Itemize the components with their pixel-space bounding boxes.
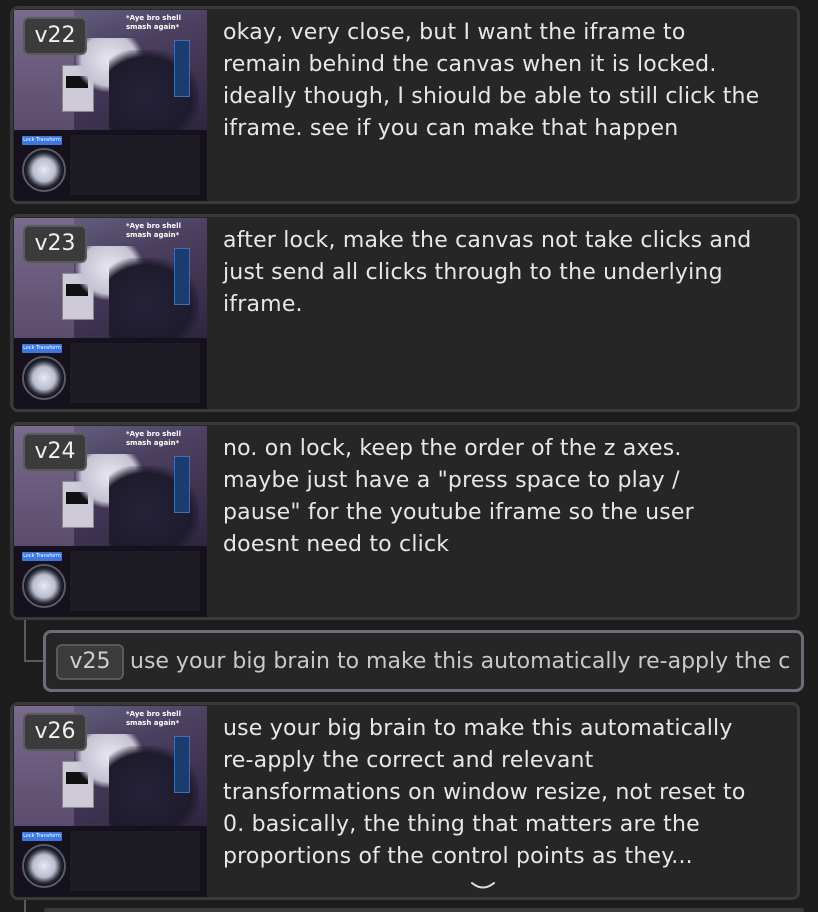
thumbnail-caption: *Aye bro shell smash again*	[126, 222, 181, 239]
version-badge: v23	[23, 225, 87, 263]
thumbnail-lock-button: Lock Transform	[22, 552, 62, 561]
thumbnail-caption: *Aye bro shell smash again*	[126, 710, 181, 727]
branch-connector	[24, 620, 26, 662]
thumbnail-debug-panel	[70, 551, 200, 611]
avatar	[22, 844, 66, 888]
version-card-v26[interactable]: *Aye bro shell smash again* Lock Transfo…	[10, 702, 800, 900]
branch-connector	[24, 900, 26, 912]
avatar	[22, 564, 66, 608]
thumbnail-debug-panel	[70, 831, 200, 891]
avatar	[22, 356, 66, 400]
version-message: after lock, make the canvas not take cli…	[223, 228, 752, 317]
thumbnail-debug-panel	[70, 343, 200, 403]
thumbnail-lock-button: Lock Transform	[22, 344, 62, 353]
thumbnail-debug-panel	[70, 135, 200, 195]
version-badge: v25	[56, 644, 124, 680]
version-card-v25-collapsed[interactable]: v25 use your big brain to make this auto…	[43, 630, 804, 692]
thumbnail-caption: *Aye bro shell smash again*	[126, 430, 181, 447]
version-badge: v26	[23, 713, 87, 751]
version-badge: v22	[23, 17, 87, 55]
version-badge: v24	[23, 433, 87, 471]
thumbnail-lock-button: Lock Transform	[22, 832, 62, 841]
thumbnail-lock-button: Lock Transform	[22, 136, 62, 145]
branch-connector-arm	[24, 660, 44, 662]
chevron-down-icon[interactable]	[470, 880, 496, 894]
avatar	[22, 148, 66, 192]
next-card-edge	[44, 908, 804, 912]
version-message: no. on lock, keep the order of the z axe…	[223, 436, 694, 557]
version-message: okay, very close, but I want the iframe …	[223, 20, 760, 141]
version-card-v23[interactable]: *Aye bro shell smash again* Lock Transfo…	[10, 214, 800, 412]
version-card-v22[interactable]: *Aye bro shell smash again* Lock Transfo…	[10, 6, 800, 204]
thumbnail-caption: *Aye bro shell smash again*	[126, 14, 181, 31]
version-card-v24[interactable]: *Aye bro shell smash again* Lock Transfo…	[10, 422, 800, 620]
version-message: use your big brain to make this automati…	[223, 716, 746, 869]
version-message-truncated: use your big brain to make this automati…	[130, 649, 791, 674]
